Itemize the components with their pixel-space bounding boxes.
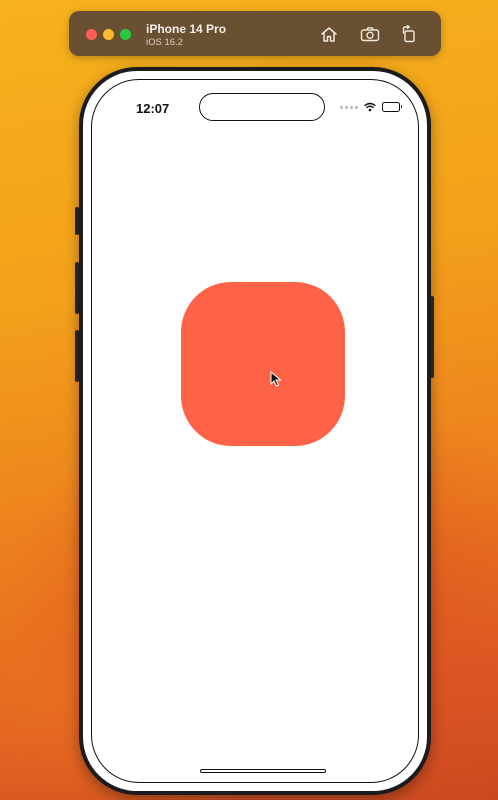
mouse-pointer-icon: [270, 371, 282, 387]
phone-frame: 12:07: [83, 71, 427, 791]
phone-screen[interactable]: 12:07: [91, 79, 419, 783]
dynamic-island: [199, 93, 325, 121]
screenshot-button[interactable]: [360, 24, 380, 44]
cellular-signal-icon: [340, 105, 358, 109]
status-bar-icons: [340, 100, 402, 114]
coral-rounded-square[interactable]: [181, 282, 345, 446]
home-button[interactable]: [319, 24, 339, 44]
rotate-icon: [402, 25, 415, 43]
camera-icon: [360, 27, 380, 42]
home-indicator[interactable]: [200, 769, 326, 773]
status-bar-time: 12:07: [136, 101, 170, 116]
device-os-version: iOS 16.2: [146, 37, 183, 48]
zoom-window-button[interactable]: [120, 29, 131, 40]
close-window-button[interactable]: [86, 29, 97, 40]
minimize-window-button[interactable]: [103, 29, 114, 40]
wifi-icon: [364, 102, 376, 112]
home-icon: [321, 26, 337, 42]
rotate-button[interactable]: [399, 24, 419, 44]
simulator-toolbar: iPhone 14 Pro iOS 16.2: [69, 11, 441, 56]
battery-icon: [382, 102, 402, 112]
device-name: iPhone 14 Pro: [146, 22, 227, 36]
iphone-device: 12:07: [79, 67, 431, 795]
